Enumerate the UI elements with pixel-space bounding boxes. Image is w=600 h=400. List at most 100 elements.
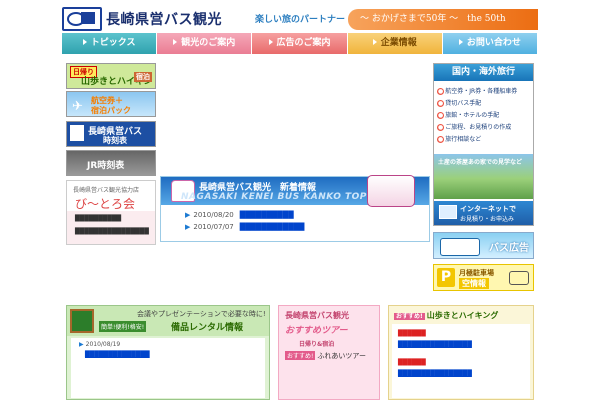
rental-title: 備品レンタル情報 (171, 323, 244, 333)
nav-sightseeing[interactable]: 観光のご案内 (157, 33, 253, 54)
parking-icon: P (437, 268, 455, 287)
parking-line1: 月極駐車場 (459, 269, 494, 277)
airplane-icon: ✈ (72, 99, 83, 114)
travel-services-box[interactable]: 国内・海外旅行 ● 航空券・JR券・各種船車券 ● 貸切バス手配 ● 旅館・ホテルの手… (433, 63, 534, 226)
nav-label: トピックス (90, 38, 136, 48)
online-line1: インターネットで (460, 205, 516, 213)
news-item: ▶ 2010/07/07 ████████████ (185, 223, 304, 231)
car-icon (509, 271, 529, 285)
bus-ad-banner[interactable]: バス広告 (433, 232, 534, 259)
nav-advertising[interactable]: 広告のご案内 (252, 33, 348, 54)
arrow-right-icon: ▶ (185, 211, 191, 219)
bullet-icon: ● (437, 136, 445, 143)
travel-item-label: ご旅程、お見積りの作成 (445, 124, 512, 131)
rental-line1: 会議やプレゼンテーションで必要な時に! (137, 310, 266, 318)
arrow-right-icon (82, 39, 87, 45)
travel-header: 国内・海外旅行 (434, 64, 533, 81)
rental-item: ▶ 2010/08/19 (79, 341, 120, 348)
nav-label: お問い合わせ (466, 38, 521, 48)
news-date: 2010/07/07 (193, 223, 234, 231)
hiking-item-title: ██████ (398, 330, 426, 337)
rental-body: ▶ 2010/08/19 ██████████████ (71, 338, 265, 398)
partner-link-1[interactable]: ██████████ (75, 215, 121, 222)
photo-caption: 土産の茶屋あの家での見学など (438, 159, 523, 166)
travel-item-label: 航空券・JR券・各種船車券 (445, 88, 518, 95)
news-subtitle: NAGASAKI KENEI BUS KANKO TOPICS (181, 192, 385, 202)
whiteboard-icon (70, 309, 94, 333)
jr-timetable-text: JR時刻表 (87, 161, 125, 171)
hiking-title: 山歩きとハイキング (426, 311, 499, 320)
nav-label: 観光のご案内 (181, 38, 236, 48)
bus-icon (440, 238, 480, 256)
rental-link[interactable]: ██████████████ (85, 351, 150, 358)
company-logo-icon[interactable] (62, 7, 102, 31)
promo-line4: おすすめ! ふれあいツアー (285, 351, 366, 361)
rental-date: 2010/08/19 (85, 341, 121, 348)
partner-stores-box[interactable]: 長崎県営バス観光協力店 び～とろ会 ██████████ ███████████… (66, 180, 156, 245)
nav-contact[interactable]: お問い合わせ (442, 33, 539, 54)
tagline: 楽しい旅のパートナー (255, 15, 346, 25)
hiking-banner[interactable]: 日帰り 山歩きとハイキング 宿泊 (66, 63, 156, 89)
computer-icon (439, 205, 457, 219)
news-link[interactable]: ██████████ (240, 211, 294, 219)
bullet-icon: ● (437, 112, 445, 119)
hiking-header[interactable]: おすすめ! 山歩きとハイキング (394, 310, 498, 321)
bullet-icon: ● (437, 88, 445, 95)
main-nav: トピックス 観光のご案内 広告のご案内 企業情報 お問い合わせ (62, 33, 539, 54)
arrow-right-icon (458, 39, 463, 45)
bus-illustration-icon (367, 175, 415, 207)
promo-line1: 長崎県営バス観光 (285, 311, 349, 320)
recommended-tour-panel[interactable]: 長崎県営バス観光 おすすめツアー 日帰り&宿泊 おすすめ! ふれあいツアー (278, 305, 380, 400)
nav-company[interactable]: 企業情報 (347, 33, 443, 54)
travel-item: ● 貸切バス手配 (437, 98, 481, 107)
hiking-body: ██████ ████████████████ ██████ █████████… (392, 324, 530, 398)
online-booking-button[interactable]: インターネットで お見積り・お申込み (434, 201, 533, 225)
news-link[interactable]: ████████████ (240, 223, 305, 231)
hiking-item-link[interactable]: ████████████████ (398, 370, 472, 377)
news-item: ▶ 2010/08/20 ██████████ (185, 211, 294, 219)
travel-item: ● 旅館・ホテルの手配 (437, 110, 499, 119)
hiking-item-title: ██████ (398, 359, 426, 366)
bus-ad-label: バス広告 (489, 243, 529, 254)
nav-topics[interactable]: トピックス (62, 33, 158, 54)
travel-item: ● 航空券・JR券・各種船車券 (437, 86, 517, 95)
partner-link-2[interactable]: ████████████████ (75, 228, 149, 235)
site-name[interactable]: 長崎県営バス観光 (106, 9, 222, 29)
arrow-right-icon: ▶ (185, 223, 191, 231)
arrow-right-icon (372, 39, 377, 45)
parking-banner[interactable]: P 月極駐車場 空情報 (433, 264, 534, 291)
nav-label: 企業情報 (380, 38, 417, 48)
news-panel: 長崎県営バス観光 新着情報 NAGASAKI KENEI BUS KANKO T… (160, 175, 430, 242)
arrow-right-icon: ▶ (79, 341, 84, 348)
news-date: 2010/08/20 (193, 211, 234, 219)
jr-timetable-banner[interactable]: JR時刻表 (66, 150, 156, 176)
bullet-icon: ● (437, 124, 445, 131)
stay-tag: 宿泊 (134, 72, 152, 82)
timetable-line2: 時刻表 (103, 136, 127, 145)
bullet-icon: ● (437, 100, 445, 107)
hiking-item-link[interactable]: ████████████████ (398, 341, 472, 348)
promo-tour-name: ふれあいツアー (317, 352, 366, 360)
arrow-right-icon (268, 39, 273, 45)
rental-tag: 簡単!便利!格安! (99, 321, 147, 332)
air-pack-banner[interactable]: ✈ 航空券＋ 宿泊パック (66, 91, 156, 117)
timetable-banner[interactable]: 長崎県営バス 時刻表 (66, 121, 156, 147)
travel-item: ● ご旅程、お見積りの作成 (437, 122, 511, 131)
bus-logo-icon (70, 125, 84, 141)
parking-line2: 空情報 (459, 278, 489, 289)
nav-label: 広告のご案内 (276, 38, 331, 48)
travel-item-label: 旅行相談など (445, 136, 482, 143)
promo-line3: 日帰り&宿泊 (299, 341, 335, 348)
rental-panel: 会議やプレゼンテーションで必要な時に! 簡単!便利!格安! 備品レンタル情報 ▶… (66, 305, 270, 400)
site-header: 長崎県営バス観光 楽しい旅のパートナー ～ おかげさまで50年 ～ the 50… (0, 0, 600, 45)
recommend-badge: おすすめ! (394, 313, 425, 320)
arrow-right-icon (173, 39, 178, 45)
travel-item-label: 旅館・ホテルの手配 (445, 112, 500, 119)
promo-line2: おすすめツアー (285, 326, 348, 336)
travel-item-label: 貸切バス手配 (445, 100, 482, 107)
online-line2: お見積り・お申込み (460, 216, 515, 223)
air-pack-line2: 宿泊パック (91, 106, 131, 115)
hiking-tour-panel: おすすめ! 山歩きとハイキング ██████ ████████████████ █… (388, 305, 534, 400)
recommend-badge: おすすめ! (285, 351, 316, 360)
rental-header[interactable]: 会議やプレゼンテーションで必要な時に! 簡単!便利!格安! 備品レンタル情報 (67, 306, 269, 336)
